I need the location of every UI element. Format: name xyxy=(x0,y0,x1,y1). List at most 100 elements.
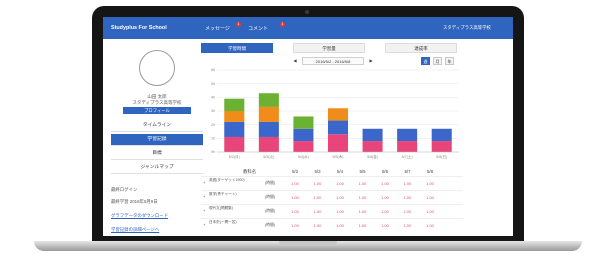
profile-button[interactable]: プロフィール xyxy=(123,107,191,114)
bar-segment[interactable] xyxy=(362,141,383,152)
bar-segment[interactable] xyxy=(293,116,314,129)
bar-segment[interactable] xyxy=(397,128,418,142)
bar-segment[interactable] xyxy=(431,141,452,152)
download-link[interactable]: グラフデータのダウンロード xyxy=(111,213,168,219)
bar-segment[interactable] xyxy=(224,121,245,137)
table-header-date: 5/2 xyxy=(291,169,299,174)
table-row[interactable]: + 日本史(一問一答) (時間) 1.00 1.00 1.00 1.00 1.00 1.00 1.… xyxy=(201,218,463,231)
table-cell: 1.00 xyxy=(426,195,434,200)
school-name[interactable]: スタディプラス高等学校 xyxy=(443,25,491,31)
table-cell: 1.00 xyxy=(336,209,344,214)
row-unit: (時間) xyxy=(265,209,276,213)
table-cell: 1.00 xyxy=(336,181,344,186)
expand-icon[interactable]: + xyxy=(203,194,205,199)
row-subject-label: 現代文(問題集) xyxy=(209,206,233,210)
x-tick-label: 5/4(水) xyxy=(298,154,309,159)
tab-achievement[interactable]: 達成率 xyxy=(385,43,457,53)
bar-segment[interactable] xyxy=(327,120,349,135)
view-week-button[interactable]: 週 xyxy=(421,57,430,65)
view-year-button[interactable]: 年 xyxy=(445,57,454,65)
table-header-date: 5/6 xyxy=(381,169,389,174)
x-tick-label: 5/2(月) xyxy=(229,154,240,159)
expand-icon[interactable]: + xyxy=(203,180,205,185)
y-tick-label: 1h xyxy=(211,137,215,141)
y-tick-label: 4h xyxy=(211,96,215,100)
row-subject-label: 数学(青チャート) xyxy=(209,192,237,196)
bar-segment[interactable] xyxy=(327,134,349,152)
header-bar: Studyplus For School メッセージ 1 コメント 1 スタディ… xyxy=(103,17,513,39)
table-cell: 1.00 xyxy=(358,181,367,186)
table-cell: 1.00 xyxy=(291,181,299,186)
x-tick-label: 5/3(火) xyxy=(263,154,274,159)
sidebar-item-study-records[interactable]: 学習記録 xyxy=(111,134,203,146)
sidebar-item-timeline[interactable]: タイムライン xyxy=(111,120,203,132)
table-cell: 1.00 xyxy=(313,209,322,214)
bar-segment[interactable] xyxy=(258,93,279,107)
x-tick-label: 5/8(日) xyxy=(436,155,447,159)
bar-segment[interactable] xyxy=(224,111,245,122)
bar-segment[interactable] xyxy=(431,128,452,142)
bar-segment[interactable] xyxy=(293,141,314,152)
last-login: 最終ログイン xyxy=(111,187,138,192)
table-row[interactable]: + 数学(青チャート) (時間) 1.00 1.00 1.00 1.00 1.00 1.00 1.… xyxy=(201,190,463,203)
view-month-button[interactable]: 月 xyxy=(433,57,442,65)
bar-segment[interactable] xyxy=(397,141,418,152)
bar-segment[interactable] xyxy=(362,128,383,142)
row-unit: (時間) xyxy=(265,223,276,227)
table-cell: 1.00 xyxy=(381,223,389,228)
x-tick-label: 5/7(土) xyxy=(402,154,413,159)
y-tick-label: 5h xyxy=(211,82,215,86)
student-school: スタディプラス高等学校 xyxy=(132,100,182,105)
next-week-button[interactable]: ▶ xyxy=(366,57,376,65)
table-cell: 1.00 xyxy=(381,181,389,186)
table-cell: 1.00 xyxy=(426,223,434,228)
y-tick-label: 2h xyxy=(211,123,215,127)
nav-messages[interactable]: メッセージ xyxy=(205,25,230,32)
bar-segment[interactable] xyxy=(258,121,279,137)
expand-icon[interactable]: + xyxy=(203,208,205,213)
messages-badge: 1 xyxy=(236,22,241,27)
table-row[interactable]: + 現代文(問題集) (時間) 1.00 1.00 1.00 1.00 1.00 1.00 1.0… xyxy=(201,204,463,217)
sidebar: 山田 太郎 スタディプラス高等学校 プロフィール タイムライン 学習記録 目標 … xyxy=(111,44,203,236)
student-avatar xyxy=(139,50,175,86)
y-tick-label: 6h xyxy=(211,68,215,72)
table-header-subject: 教科名 xyxy=(243,169,257,174)
table-header-date: 5/4 xyxy=(336,169,344,174)
table-cell: 1.00 xyxy=(336,223,344,228)
bar-segment[interactable] xyxy=(258,106,279,122)
last-study: 最終学習 2016年5月9日 xyxy=(111,199,158,204)
sidebar-item-genre-map[interactable]: ジャンルマップ xyxy=(111,162,203,174)
bar-segment[interactable] xyxy=(293,128,314,142)
row-subject-label: 英語(ターゲット1900) xyxy=(209,178,245,182)
brand-logo[interactable]: Studyplus For School xyxy=(111,25,167,31)
table-cell: 1.00 xyxy=(403,195,412,200)
week-range: 2016/5/2 - 2016/5/8 xyxy=(302,57,364,65)
bar-segment[interactable] xyxy=(224,136,245,152)
table-cell: 1.00 xyxy=(358,209,367,214)
table-cell: 1.00 xyxy=(336,195,344,200)
y-tick-label: 3h xyxy=(211,109,215,113)
bar-segment[interactable] xyxy=(224,98,245,111)
table-header-date: 5/3 xyxy=(314,169,321,174)
table-row[interactable]: + 英語(ターゲット1900) (時間) 1.00 1.00 1.00 1.00 1.00 1.… xyxy=(201,176,463,189)
sidebar-item-goals[interactable]: 目標 xyxy=(111,148,203,160)
table-cell: 1.00 xyxy=(426,209,434,214)
app-screen: Studyplus For School メッセージ 1 コメント 1 スタディ… xyxy=(103,17,513,236)
detail-link[interactable]: 学習記録の詳細ページへ xyxy=(111,227,159,233)
row-unit: (時間) xyxy=(265,195,276,199)
expand-icon[interactable]: + xyxy=(203,222,205,227)
table-header-date: 5/7 xyxy=(404,169,411,174)
bar-segment[interactable] xyxy=(327,108,349,121)
tab-study-time[interactable]: 学習時間 xyxy=(201,43,273,53)
table-cell: 1.00 xyxy=(291,223,299,228)
table-cell: 1.00 xyxy=(381,195,389,200)
comments-badge: 1 xyxy=(280,22,285,27)
table-cell: 1.00 xyxy=(313,195,322,200)
camera-dot xyxy=(305,10,309,14)
tab-study-amount[interactable]: 学習量 xyxy=(293,43,365,53)
prev-week-button[interactable]: ◀ xyxy=(290,57,300,65)
nav-comments[interactable]: コメント xyxy=(248,25,268,32)
bar-segment[interactable] xyxy=(258,136,279,152)
table-header-date: 5/8 xyxy=(426,169,434,174)
table-cell: 1.00 xyxy=(291,195,299,200)
